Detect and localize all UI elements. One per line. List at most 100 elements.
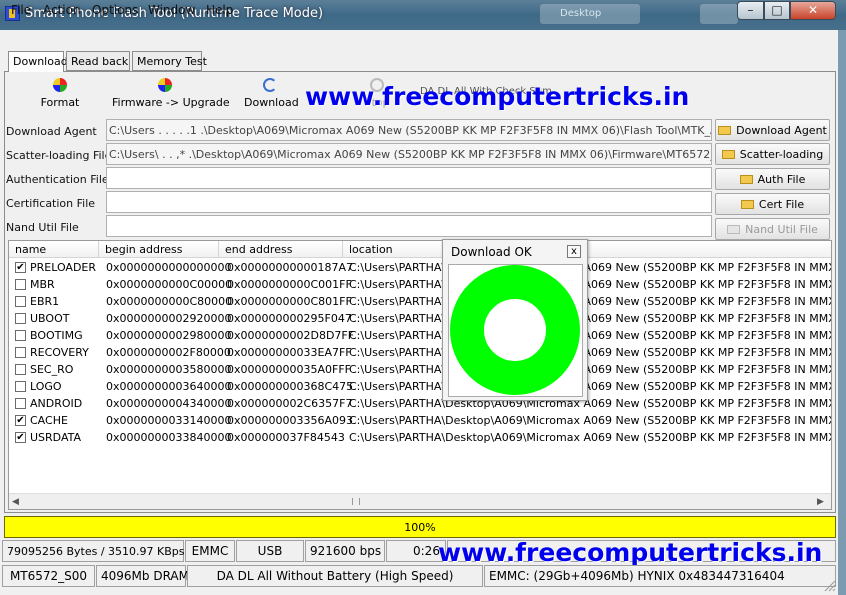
table-row[interactable]: LOGO 0x0000000003640000 0x000000000368C475… (9, 378, 832, 395)
background-window-tab[interactable]: Desktop (540, 4, 640, 24)
table-row[interactable]: SEC_RO 0x0000000003580000 0x00000000035A0F… (9, 361, 832, 378)
partition-checkbox[interactable] (15, 330, 26, 341)
partition-checkbox[interactable] (15, 279, 26, 290)
partition-checkbox[interactable]: ✔ (15, 415, 26, 426)
partition-end-address: 0x000000037F84543 (227, 431, 345, 444)
auth-file-button-label: Auth File (757, 173, 806, 186)
folder-icon (721, 150, 735, 159)
status-chip: MT6572_S00 (2, 565, 95, 587)
partition-list[interactable]: name begin address end address location … (8, 240, 832, 510)
nand-util-file-button[interactable]: Nand Util File (715, 218, 830, 240)
nand-util-file-path[interactable] (106, 215, 712, 237)
partition-name: CACHE (30, 414, 68, 427)
dialog-close-icon[interactable]: x (567, 245, 581, 258)
auth-file-button[interactable]: Auth File (715, 168, 830, 190)
tab-read-back[interactable]: Read back (66, 51, 130, 71)
nand-util-file-label: Nand Util File (6, 221, 79, 234)
table-row[interactable]: ✔ PRELOADER 0x0000000000000000 0x0000000000… (9, 259, 832, 276)
folder-icon (740, 200, 754, 209)
partition-checkbox[interactable] (15, 347, 26, 358)
certification-file-path[interactable] (106, 191, 712, 213)
download-button[interactable]: Download (244, 78, 299, 109)
partition-checkbox[interactable] (15, 398, 26, 409)
cert-file-button-label: Cert File (758, 198, 805, 211)
partition-name: RECOVERY (30, 346, 89, 359)
partition-location: C:\Users\PARTHA\Desktop\A069\Micromax A0… (349, 312, 832, 325)
partition-location: C:\Users\PARTHA\Desktop\A069\Micromax A0… (349, 346, 832, 359)
partition-begin-address: 0x0000000002920000 (106, 312, 232, 325)
scatter-loading-button[interactable]: Scatter-loading (715, 143, 830, 165)
partition-begin-address: 0x0000000002F80000 (106, 346, 231, 359)
dialog-body (448, 264, 583, 397)
cert-file-button[interactable]: Cert File (715, 193, 830, 215)
partition-location: C:\Users\PARTHA\Desktop\A069\Micromax A0… (349, 261, 832, 274)
table-row[interactable]: EBR1 0x0000000000C80000 0x0000000000C801FF… (9, 293, 831, 310)
menu-help[interactable]: Help (206, 3, 233, 17)
scatter-loading-path[interactable]: C:\Users\ . . ,* .\Desktop\A069\Micromax… (106, 143, 712, 165)
partition-checkbox[interactable] (15, 364, 26, 375)
table-row[interactable]: RECOVERY 0x0000000002F80000 0x00000000033E… (9, 344, 832, 361)
close-button[interactable]: ✕ (790, 1, 836, 20)
partition-checkbox[interactable] (15, 296, 26, 307)
partition-begin-address: 0x0000000002980000 (106, 329, 232, 342)
partition-name: ANDROID (30, 397, 83, 410)
status-time: 0:26 (386, 540, 446, 562)
tab-download[interactable]: Download (8, 51, 68, 72)
menu-action[interactable]: Action (43, 3, 81, 17)
format-button[interactable]: Format (40, 78, 80, 109)
partition-checkbox[interactable]: ✔ (15, 432, 26, 443)
partition-checkbox[interactable] (15, 381, 26, 392)
horizontal-scrollbar[interactable]: ◀ ▶ (9, 493, 831, 509)
partition-checkbox[interactable] (15, 313, 26, 324)
table-row[interactable]: ✔ USRDATA 0x0000000033840000 0x000000037F84… (9, 429, 832, 446)
column-end-address[interactable]: end address (219, 241, 343, 258)
partition-location: C:\Users\PARTHA\Desktop\A069\Micromax A0… (349, 431, 832, 444)
table-row[interactable]: MBR 0x0000000000C00000 0x0000000000C001FF C… (9, 276, 831, 293)
folder-icon (727, 225, 741, 234)
table-row[interactable]: ANDROID 0x0000000004340000 0x000000002C635… (9, 395, 832, 412)
download-agent-button[interactable]: Download Agent (715, 119, 830, 141)
scroll-thumb-grip-icon[interactable] (352, 498, 360, 505)
nand-util-file-button-label: Nand Util File (745, 223, 818, 236)
partition-begin-address: 0x0000000000000000 (106, 261, 232, 274)
format-icon (53, 78, 67, 92)
partition-location: C:\Users\PARTHA\Desktop\A069\Micromax A0… (349, 380, 832, 393)
firmware-upgrade-label: Firmware -> Upgrade (112, 96, 230, 109)
column-name[interactable]: name (9, 241, 99, 258)
tab-memory-test[interactable]: Memory Test (132, 51, 207, 71)
status-dram: 4096Mb DRAM (96, 565, 189, 587)
resize-grip-icon[interactable] (822, 578, 836, 592)
authentication-file-path[interactable] (106, 167, 712, 189)
scroll-left-icon[interactable]: ◀ (12, 497, 19, 507)
table-row[interactable]: ✔ CACHE 0x0000000033140000 0x000000003356A0… (9, 412, 831, 429)
partition-begin-address: 0x0000000004340000 (106, 397, 232, 410)
watermark-bottom: www.freecomputertricks.in (438, 538, 823, 567)
download-label: Download (244, 96, 299, 109)
partition-name: USRDATA (30, 431, 82, 444)
background-window-tab-2[interactable] (700, 4, 738, 24)
folder-icon (739, 175, 753, 184)
partition-checkbox[interactable]: ✔ (15, 262, 26, 273)
scroll-right-icon[interactable]: ▶ (817, 497, 824, 507)
minimize-button[interactable]: – (737, 1, 764, 20)
table-row[interactable]: BOOTIMG 0x0000000002980000 0x0000000002D8D… (9, 327, 831, 344)
partition-location: C:\Users\PARTHA\Desktop\A069\Micromax A0… (349, 397, 832, 410)
partition-end-address: 0x00000000033EA7FF (227, 346, 352, 359)
format-label: Format (40, 96, 80, 109)
partition-location: C:\Users\PARTHA\Desktop\A069\Micromax A0… (349, 363, 832, 376)
download-agent-path[interactable]: C:\Users . . . . .1 .\Desktop\A069\Micro… (106, 119, 712, 141)
menu-window[interactable]: Window (148, 3, 195, 17)
partition-end-address: 0x000000000368C475 (227, 380, 354, 393)
status-mode: DA DL All Without Battery (High Speed) (187, 565, 483, 587)
partition-end-address: 0x000000000295F047 (227, 312, 352, 325)
table-row[interactable]: UBOOT 0x0000000002920000 0x000000000295F04… (9, 310, 832, 327)
partition-begin-address: 0x0000000003580000 (106, 363, 232, 376)
desktop-edge (838, 30, 846, 595)
column-begin-address[interactable]: begin address (99, 241, 219, 258)
status-port: USB (236, 540, 304, 562)
maximize-button[interactable]: □ (764, 1, 790, 20)
partition-name: UBOOT (30, 312, 70, 325)
menu-file[interactable]: File (11, 3, 31, 17)
menu-options[interactable]: Options (92, 3, 138, 17)
firmware-upgrade-button[interactable]: Firmware -> Upgrade (112, 78, 230, 109)
